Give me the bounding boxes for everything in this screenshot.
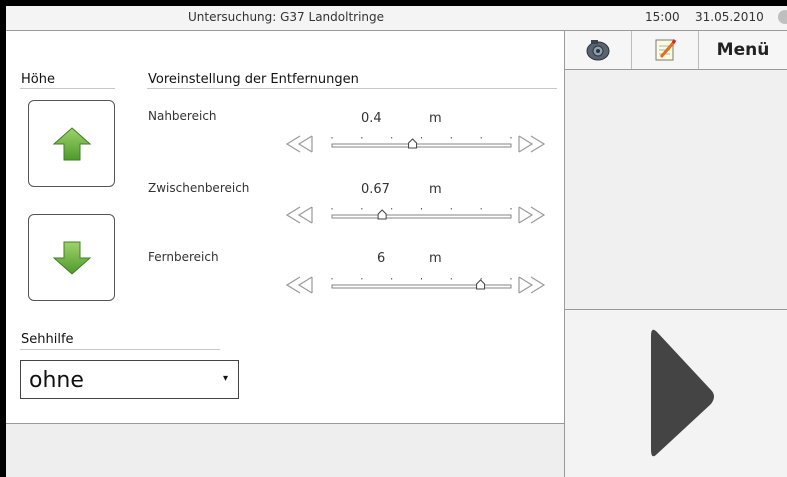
slider-increase-icon[interactable]: [518, 135, 546, 153]
distance-unit-intermediate: m: [429, 182, 442, 197]
distances-heading: Voreinstellung der Entfernungen: [148, 72, 359, 87]
menu-button[interactable]: Menü: [699, 31, 787, 69]
camera-icon: [586, 40, 610, 61]
distance-value-intermediate: 0.67: [361, 182, 390, 197]
vision-aid-selected-value: ohne: [29, 368, 84, 393]
distance-slider-far[interactable]: [285, 274, 551, 296]
slider-track: [331, 143, 512, 148]
menu-label: Menü: [716, 40, 770, 60]
arrow-up-icon: [52, 126, 91, 160]
slider-decrease-icon[interactable]: [285, 135, 313, 153]
notes-button[interactable]: [632, 31, 699, 69]
app-window: Untersuchung: G37 Landoltringe 15:00 31.…: [6, 6, 787, 477]
height-heading: Höhe: [21, 72, 55, 87]
clock-date: 31.05.2010: [695, 10, 764, 24]
sidebar-toolbar: Menü: [565, 31, 787, 70]
main-panel: Höhe Voreinstellung der Entfernungen Nah…: [6, 31, 565, 423]
distance-unit-far: m: [429, 251, 442, 266]
distance-value-near: 0.4: [361, 111, 382, 126]
slider-increase-icon[interactable]: [518, 276, 546, 294]
distance-label-intermediate: Zwischenbereich: [148, 181, 250, 195]
clock-time: 15:00: [645, 10, 680, 24]
notepad-icon: [655, 39, 677, 61]
distance-label-near: Nahbereich: [148, 109, 217, 123]
slider-thumb: [476, 279, 486, 290]
height-down-button[interactable]: [28, 214, 115, 301]
play-next-icon: [651, 329, 714, 457]
distance-value-far: 6: [377, 251, 386, 266]
distances-heading-rule: [147, 88, 557, 89]
distance-slider-near[interactable]: [285, 133, 551, 155]
distance-slider-intermediate[interactable]: [285, 204, 551, 226]
vision-aid-select[interactable]: ohne ▾: [20, 360, 239, 399]
side-panel: Menü: [565, 31, 787, 477]
slider-decrease-icon[interactable]: [285, 206, 313, 224]
slider-thumb: [408, 138, 418, 149]
next-button[interactable]: [565, 309, 787, 477]
slider-increase-icon[interactable]: [518, 206, 546, 224]
title-bar: Untersuchung: G37 Landoltringe 15:00 31.…: [6, 6, 787, 31]
camera-button[interactable]: [565, 31, 632, 69]
arrow-down-icon: [52, 241, 91, 275]
distance-unit-near: m: [429, 111, 442, 126]
vision-aid-heading-rule: [20, 349, 220, 350]
dropdown-caret-icon: ▾: [222, 373, 228, 384]
height-heading-rule: [20, 88, 115, 89]
height-up-button[interactable]: [28, 100, 115, 187]
status-indicator-icon: [778, 10, 787, 24]
slider-thumb: [377, 209, 387, 220]
slider-track: [331, 214, 512, 219]
vision-aid-heading: Sehhilfe: [21, 332, 74, 347]
slider-decrease-icon[interactable]: [285, 276, 313, 294]
distance-label-far: Fernbereich: [148, 250, 219, 264]
window-title: Untersuchung: G37 Landoltringe: [187, 10, 385, 24]
bottom-bar: [6, 423, 565, 477]
